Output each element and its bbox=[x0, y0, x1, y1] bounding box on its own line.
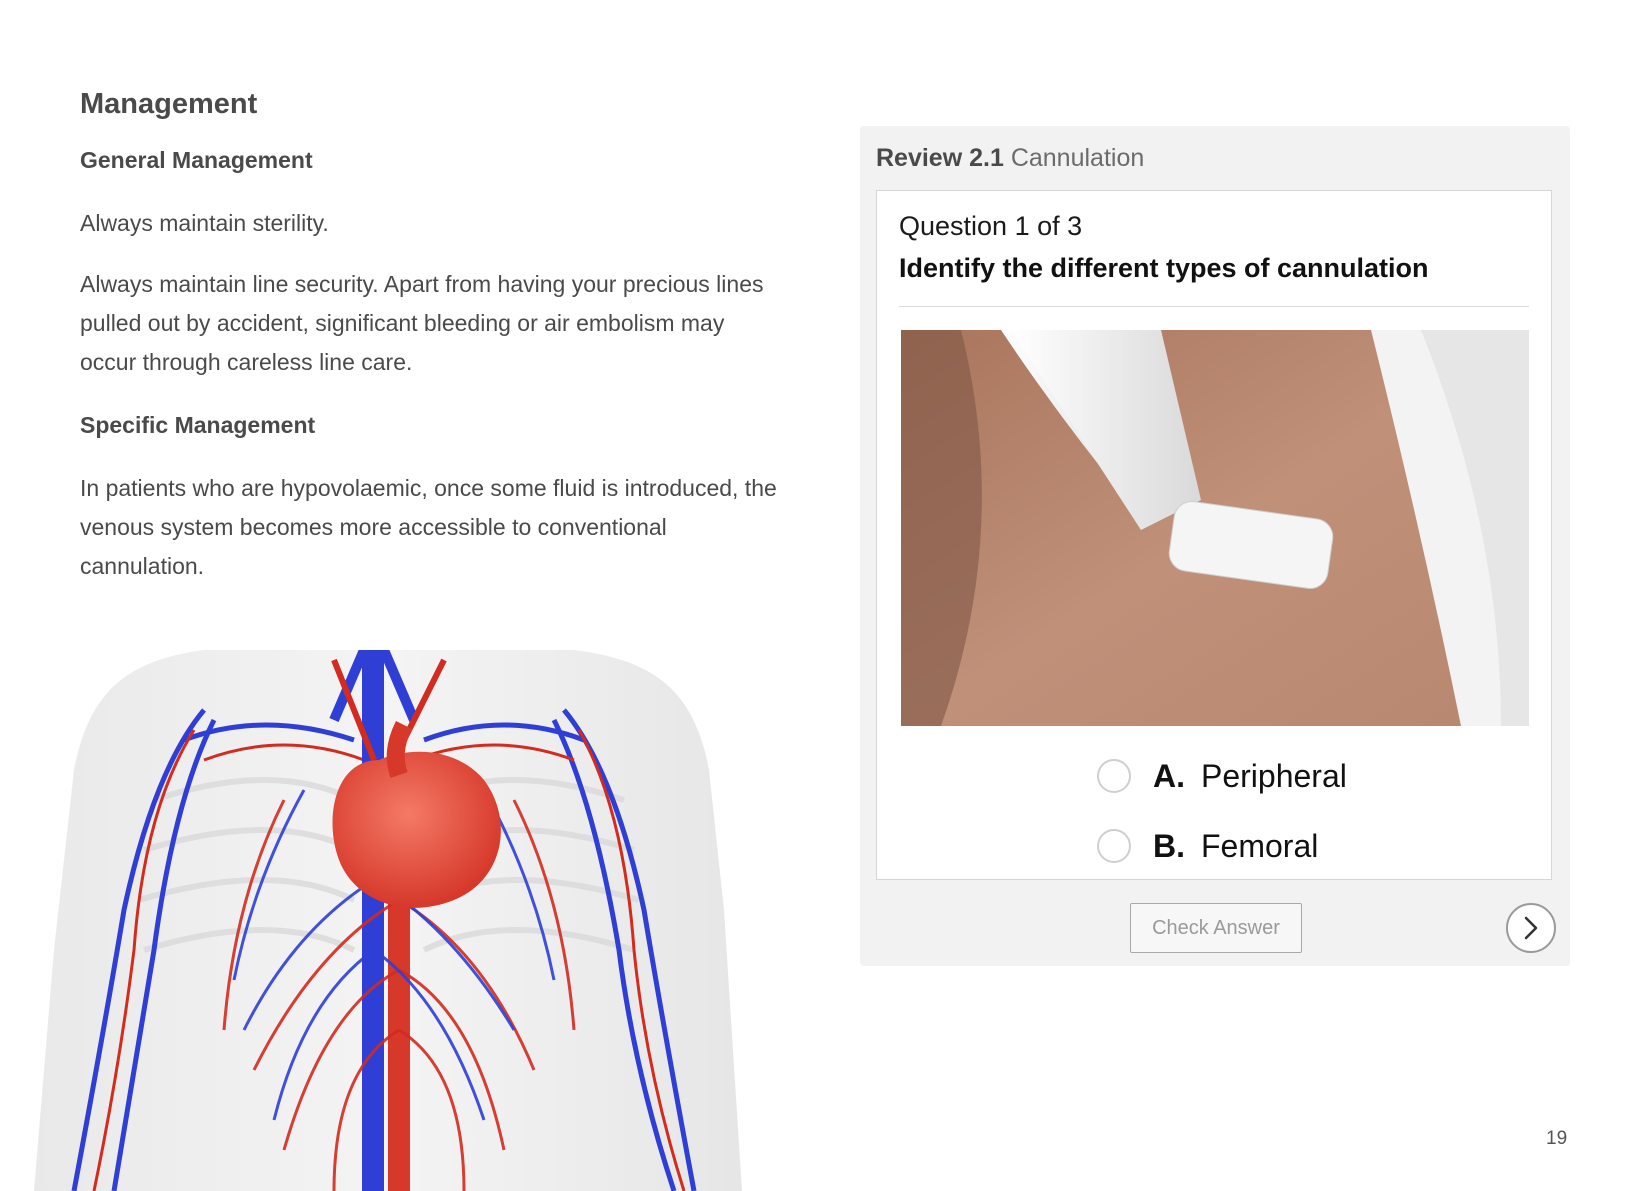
paragraph-hypovolaemic: In patients who are hypovolaemic, once s… bbox=[80, 475, 777, 579]
review-widget: Review 2.1 Cannulation Question 1 of 3 I… bbox=[860, 126, 1570, 966]
option-a[interactable]: A. Peripheral bbox=[1097, 741, 1347, 811]
review-label: Review 2.1 bbox=[876, 144, 1004, 172]
subheading-specific: Specific Management bbox=[80, 412, 316, 438]
radio-button-a[interactable] bbox=[1097, 759, 1131, 793]
option-b-text: Femoral bbox=[1201, 827, 1319, 864]
question-counter: Question 1 of 3 bbox=[899, 211, 1083, 241]
check-answer-button[interactable]: Check Answer bbox=[1130, 903, 1302, 953]
page-number: 19 bbox=[1546, 1128, 1568, 1149]
article-content: Management General Management Always mai… bbox=[80, 88, 800, 608]
answer-options: A. Peripheral B. Femoral bbox=[1097, 741, 1347, 881]
question-card: Question 1 of 3 Identify the different t… bbox=[876, 190, 1552, 880]
review-topic: Cannulation bbox=[1010, 144, 1145, 172]
option-a-text: Peripheral bbox=[1201, 757, 1347, 794]
circulatory-system-illustration-icon bbox=[34, 650, 742, 1191]
paragraph-sterility: Always maintain sterility. bbox=[80, 210, 329, 236]
option-b-letter: B. bbox=[1153, 827, 1185, 864]
review-title: Review 2.1 Cannulation bbox=[876, 144, 1144, 173]
question-image bbox=[901, 330, 1529, 726]
radio-button-b[interactable] bbox=[1097, 829, 1131, 863]
chevron-right-icon bbox=[1524, 916, 1538, 940]
section-heading: Management bbox=[80, 88, 258, 120]
question-text: Identify the different types of cannulat… bbox=[899, 253, 1429, 283]
paragraph-line-security: Always maintain line security. Apart fro… bbox=[80, 271, 764, 375]
next-question-button[interactable] bbox=[1506, 903, 1556, 953]
option-a-letter: A. bbox=[1153, 757, 1185, 794]
divider bbox=[899, 306, 1529, 307]
circulatory-system-figure bbox=[34, 650, 742, 1191]
option-b[interactable]: B. Femoral bbox=[1097, 811, 1347, 881]
subheading-general: General Management bbox=[80, 147, 313, 173]
ultrasound-probe-on-arm-photo-icon bbox=[901, 330, 1529, 726]
